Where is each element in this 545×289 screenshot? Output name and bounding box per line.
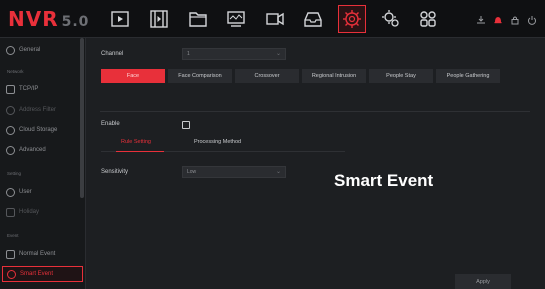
- nvr-window: NVR 5.0 General Network TCP/IP Address F…: [0, 0, 545, 289]
- sidebar-item-label: Normal Event: [19, 251, 56, 257]
- playback-icon[interactable]: [108, 7, 132, 31]
- tab-face[interactable]: Face: [101, 69, 165, 83]
- smart-event-tabs: Face Face Comparison Crossover Regional …: [101, 69, 500, 83]
- enable-label: Enable: [101, 121, 120, 127]
- event-icon: [6, 249, 15, 259]
- sidebar-item-user[interactable]: User: [6, 185, 32, 199]
- filter-icon: [6, 105, 15, 115]
- sidebar-item-label: Cloud Storage: [19, 127, 58, 133]
- enable-checkbox[interactable]: [182, 121, 190, 129]
- subtab-active-indicator: [116, 151, 164, 152]
- sidebar-item-label: Advanced: [19, 147, 46, 153]
- sidebar-section-event: Event: [7, 233, 19, 238]
- channel-value: 1: [187, 51, 190, 57]
- subtab-processing-method[interactable]: Processing Method: [194, 139, 241, 145]
- sidebar-item-normal-event[interactable]: Normal Event: [6, 247, 55, 261]
- alarm-icon[interactable]: [493, 12, 503, 24]
- lock-icon[interactable]: [510, 12, 520, 25]
- sidebar-item-address-filter[interactable]: Address Filter: [6, 103, 56, 117]
- sidebar-item-label: Holiday: [19, 209, 40, 215]
- sidebar-item-advanced[interactable]: Advanced: [6, 143, 46, 157]
- status-icons: [476, 12, 537, 25]
- gear-icon: [6, 45, 15, 55]
- sidebar-item-label: TCP/IP: [19, 86, 39, 92]
- logo-version: 5.0: [61, 14, 90, 30]
- tab-face-comparison[interactable]: Face Comparison: [168, 69, 232, 83]
- network-icon[interactable]: [224, 7, 248, 31]
- sidebar-item-label: General: [19, 47, 41, 53]
- apply-button[interactable]: Apply: [455, 274, 511, 289]
- sensitivity-select[interactable]: Low ⌄: [182, 166, 286, 178]
- main-panel: Channel 1 ⌄ Face Face Comparison Crossove…: [88, 38, 545, 289]
- folder-icon[interactable]: [186, 7, 210, 31]
- advanced-gear-icon: [6, 145, 15, 155]
- tab-people-gathering[interactable]: People Gathering: [436, 69, 500, 83]
- film-icon[interactable]: [147, 7, 171, 31]
- nvr-logo: NVR 5.0: [8, 7, 89, 31]
- power-icon[interactable]: [527, 12, 537, 25]
- top-toolbar: NVR 5.0: [0, 0, 545, 38]
- sidebar-item-cloud-storage[interactable]: Cloud Storage: [6, 123, 57, 137]
- channel-label: Channel: [101, 51, 124, 57]
- sidebar-item-smart-event[interactable]: Smart Event: [2, 266, 83, 282]
- ai-settings-icon[interactable]: [338, 5, 366, 33]
- tab-regional-intrusion[interactable]: Regional Intrusion: [302, 69, 366, 83]
- chevron-down-icon: ⌄: [275, 51, 281, 57]
- subtab-rule-setting[interactable]: Rule Setting: [121, 139, 151, 145]
- sidebar-item-label: Smart Event: [20, 271, 54, 277]
- logo-text: NVR: [8, 7, 59, 31]
- sensitivity-label: Sensitivity: [101, 169, 129, 175]
- sidebar-section-network: Network: [7, 69, 24, 74]
- cloud-icon: [6, 125, 15, 135]
- section-divider: [100, 111, 530, 112]
- grid-icon[interactable]: [416, 7, 440, 31]
- sidebar-scrollbar[interactable]: [80, 38, 84, 198]
- channel-select[interactable]: 1 ⌄: [182, 48, 286, 60]
- sidebar: General Network TCP/IP Address Filter Cl…: [0, 38, 86, 289]
- sidebar-item-label: User: [19, 189, 32, 195]
- sidebar-section-setting: Setting: [7, 171, 22, 176]
- download-icon[interactable]: [476, 12, 486, 24]
- storage-icon[interactable]: [301, 7, 325, 31]
- sidebar-item-tcpip[interactable]: TCP/IP: [6, 82, 38, 96]
- smart-event-icon: [7, 269, 16, 279]
- sidebar-item-holiday[interactable]: Holiday: [6, 205, 39, 219]
- chevron-down-icon: ⌄: [275, 169, 281, 175]
- tab-crossover[interactable]: Crossover: [235, 69, 299, 83]
- system-settings-icon[interactable]: [379, 7, 403, 31]
- ip-icon: [6, 84, 15, 94]
- sidebar-item-general[interactable]: General: [6, 43, 40, 57]
- camera-icon[interactable]: [263, 7, 287, 31]
- user-icon: [6, 187, 15, 197]
- tab-people-stay[interactable]: People Stay: [369, 69, 433, 83]
- overlay-title: Smart Event: [334, 171, 434, 190]
- calendar-icon: [6, 207, 15, 217]
- sensitivity-value: Low: [187, 169, 197, 175]
- sidebar-item-label: Address Filter: [19, 107, 57, 113]
